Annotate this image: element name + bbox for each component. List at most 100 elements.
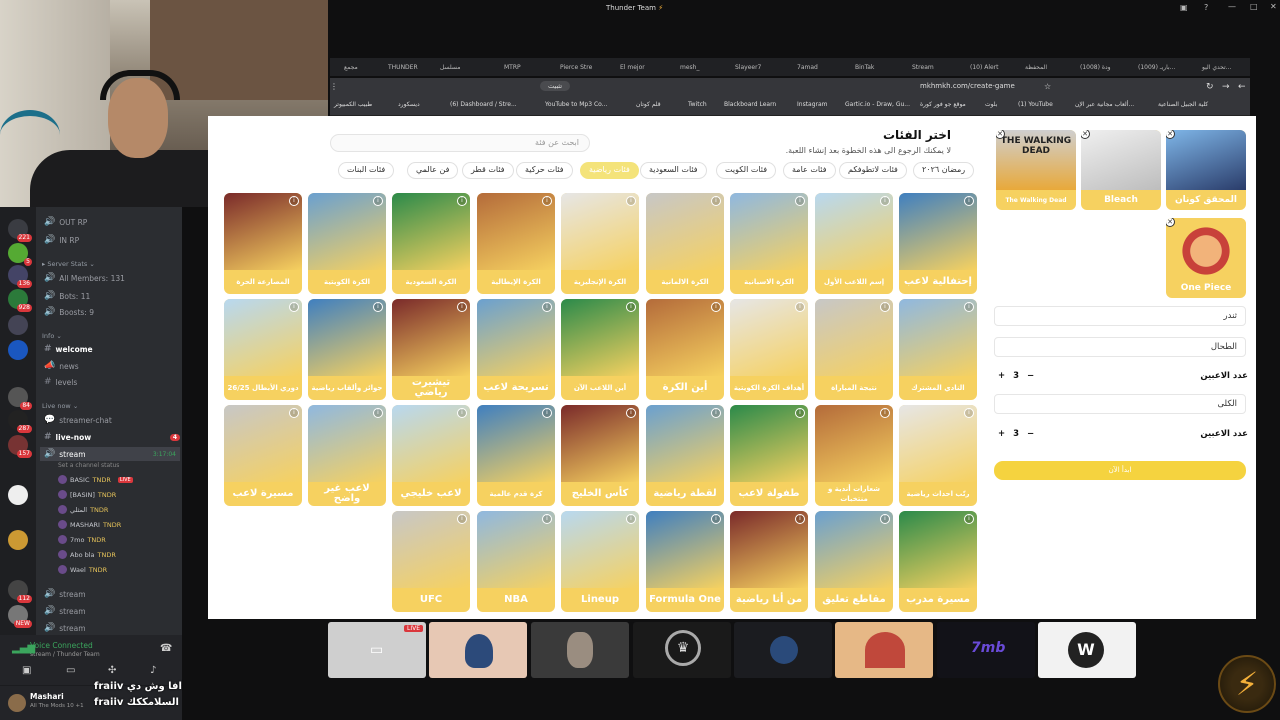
plus-icon[interactable]: + xyxy=(998,429,1005,439)
bookmark-item[interactable]: ديسكورد xyxy=(398,101,420,108)
category-card[interactable]: أين اللاعب الآن i xyxy=(561,299,639,400)
screen-share-icon[interactable]: ▭ xyxy=(66,665,75,676)
voice-user[interactable]: MASHARI TNDR xyxy=(58,518,121,531)
info-icon[interactable]: i xyxy=(711,514,721,524)
category-card[interactable]: رتّب احداث رياضية i xyxy=(899,405,977,506)
category-live-now[interactable]: Live now ⌄ xyxy=(42,402,78,410)
channel-levels[interactable]: # levels xyxy=(44,375,77,389)
category-card[interactable]: إسم اللاعب الأول i xyxy=(815,193,893,294)
category-card[interactable]: نتيجة المباراة i xyxy=(815,299,893,400)
browser-tab[interactable]: MTRP xyxy=(504,60,521,74)
category-card[interactable]: الكرة الإيطالية i xyxy=(477,193,555,294)
category-card[interactable]: مسيرة لاعب i xyxy=(224,405,302,506)
category-info[interactable]: Info ⌄ xyxy=(42,332,62,340)
info-icon[interactable]: i xyxy=(711,196,721,206)
minimize-icon[interactable]: — xyxy=(1228,2,1236,11)
category-card[interactable]: كأس الخليج i xyxy=(561,405,639,506)
stream-tile[interactable]: ♛ xyxy=(633,622,731,678)
server-icon[interactable]: 157 xyxy=(8,435,32,458)
category-chip[interactable]: فئات الكويت xyxy=(716,162,777,179)
voice-user[interactable]: [BASIN] TNDR xyxy=(58,488,116,501)
info-icon[interactable]: i xyxy=(795,196,805,206)
minus-icon[interactable]: − xyxy=(1027,429,1034,439)
info-icon[interactable]: i xyxy=(373,408,383,418)
info-icon[interactable]: i xyxy=(964,408,974,418)
category-card[interactable]: تيشيرت رياضي i xyxy=(392,299,470,400)
info-icon[interactable]: i xyxy=(626,196,636,206)
stream-tile[interactable] xyxy=(835,622,933,678)
bookmark-item[interactable]: ألعاب مجانية عبر الإن... xyxy=(1075,101,1134,108)
category-card[interactable]: الكرة الكويتية i xyxy=(308,193,386,294)
category-card[interactable]: النادي المشترك i xyxy=(899,299,977,400)
bookmark-item[interactable]: Blackboard Learn xyxy=(724,101,776,108)
minus-icon[interactable]: − xyxy=(1027,371,1034,381)
info-icon[interactable]: i xyxy=(964,196,974,206)
category-card[interactable]: من أنا رياضية i xyxy=(730,511,808,612)
info-icon[interactable]: i xyxy=(964,514,974,524)
server-icon[interactable]: 5 xyxy=(8,243,32,266)
camera-icon[interactable]: ▣ xyxy=(22,665,31,676)
category-chip[interactable]: فئات قطر xyxy=(462,162,514,179)
bookmark-item[interactable]: (1) YouTube xyxy=(1018,101,1053,108)
category-search-input[interactable]: ابحث عن فئة xyxy=(330,134,590,152)
info-icon[interactable]: i xyxy=(880,196,890,206)
channel-live-now[interactable]: # live-now 4 xyxy=(44,430,180,444)
bookmark-item[interactable]: موقع جو فور كورة xyxy=(920,101,966,108)
browser-tab[interactable]: مسلسل xyxy=(440,60,460,74)
info-icon[interactable]: i xyxy=(795,514,805,524)
team-name-input[interactable]: الطحال xyxy=(994,337,1246,357)
voice-channel[interactable]: stream / Thunder Team xyxy=(30,651,100,658)
channel-news[interactable]: 📣 news xyxy=(44,359,79,373)
voice-user[interactable]: Abo bla TNDR xyxy=(58,548,116,561)
category-card[interactable]: لقطة رياضية i xyxy=(646,405,724,506)
disconnect-icon[interactable]: ☎ xyxy=(160,643,172,654)
category-card[interactable]: جوائز وألقاب رياضية i xyxy=(308,299,386,400)
category-card[interactable]: الكرة الاسبانية i xyxy=(730,193,808,294)
category-card[interactable]: لاعب غير واضح i xyxy=(308,405,386,506)
browser-tab[interactable]: THUNDER xyxy=(388,60,418,74)
info-icon[interactable]: i xyxy=(795,408,805,418)
info-icon[interactable]: i xyxy=(373,302,383,312)
info-icon[interactable]: i xyxy=(711,408,721,418)
selected-category[interactable]: المحقق كونان ✕ xyxy=(1166,130,1246,210)
server-icon[interactable] xyxy=(8,485,28,505)
selected-category[interactable]: THE WALKING DEAD The Walking Dead ✕ xyxy=(996,130,1076,210)
install-button[interactable]: تثبيت xyxy=(540,81,571,91)
team-name-input[interactable]: الكلى xyxy=(994,394,1246,414)
stream-tile[interactable]: W xyxy=(1038,622,1136,678)
server-icon[interactable]: 136 xyxy=(8,265,32,288)
info-icon[interactable]: i xyxy=(626,408,636,418)
bookmark-item[interactable]: قلم كوتان xyxy=(636,101,661,108)
server-icon[interactable]: NEW xyxy=(8,605,32,628)
team-name-input[interactable]: ثندر xyxy=(994,306,1246,326)
bookmark-item[interactable]: Twitch xyxy=(688,101,707,108)
info-icon[interactable]: i xyxy=(289,196,299,206)
info-icon[interactable]: i xyxy=(542,302,552,312)
info-icon[interactable]: i xyxy=(542,514,552,524)
browser-tab[interactable]: (10) Alert xyxy=(970,60,999,74)
menu-icon[interactable]: ⋮ xyxy=(330,82,338,91)
server-icon[interactable] xyxy=(8,340,28,360)
channel-welcome[interactable]: # welcome xyxy=(44,342,93,356)
browser-tab[interactable]: (1009) باريـ... xyxy=(1138,60,1175,74)
category-card[interactable]: إحتفالية لاعب i xyxy=(899,193,977,294)
stat-bots[interactable]: 🔊 Bots: 11 xyxy=(44,289,90,303)
cast-icon[interactable]: ▣ xyxy=(1180,3,1188,12)
browser-tab[interactable]: مجمع xyxy=(344,60,358,74)
selected-category[interactable]: Bleach ✕ xyxy=(1081,130,1161,210)
info-icon[interactable]: i xyxy=(711,302,721,312)
server-icon[interactable]: 112 xyxy=(8,580,32,603)
bookmark-item[interactable]: كلية الجبيل الصناعية xyxy=(1158,101,1208,108)
category-card[interactable]: مسيرة مدرب i xyxy=(899,511,977,612)
category-card[interactable]: شعارات أندية و منتخبات i xyxy=(815,405,893,506)
bookmark-item[interactable]: Gartic.io - Draw, Gu... xyxy=(845,101,910,108)
browser-tab[interactable]: BinTak xyxy=(855,60,874,74)
category-card[interactable]: مقاطع تعليق i xyxy=(815,511,893,612)
bookmark-star-icon[interactable]: ☆ xyxy=(1044,82,1051,91)
category-card[interactable]: UFC i xyxy=(392,511,470,612)
browser-tab[interactable]: El mejor xyxy=(620,60,645,74)
help-icon[interactable]: ? xyxy=(1204,3,1208,12)
server-icon[interactable]: 928 xyxy=(8,289,32,312)
voice-user[interactable]: Wael TNDR xyxy=(58,563,107,576)
category-card[interactable]: طفولة لاعب i xyxy=(730,405,808,506)
